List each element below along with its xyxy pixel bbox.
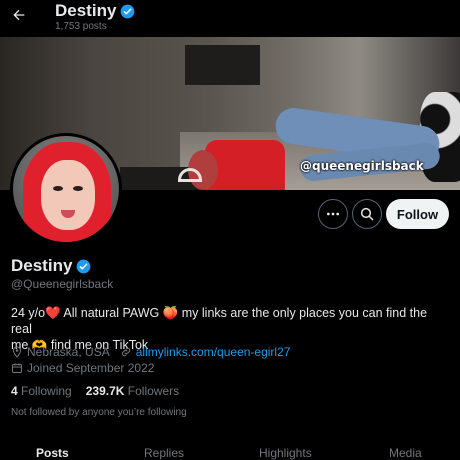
banner-watermark: @queenegirlsback — [300, 159, 424, 173]
tab-replies[interactable]: Replies — [144, 446, 184, 460]
top-bar: Destiny 1,753 posts — [0, 0, 460, 37]
profile-meta-row: Nebraska, USA allmylinks.com/queen-egirl… — [11, 345, 290, 359]
profile-stats: 4 Following 239.7K Followers — [11, 384, 179, 398]
followers-label: Followers — [127, 384, 180, 398]
bio-line-1: 24 y/o❤️ All natural PAWG 🍑 my links are… — [11, 306, 428, 336]
following-stat[interactable]: 4 Following — [11, 384, 72, 398]
followers-stat[interactable]: 239.7K Followers — [86, 384, 179, 398]
profile-name-row: Destiny — [11, 256, 91, 276]
back-arrow-icon — [13, 9, 25, 21]
verified-badge-icon — [121, 4, 135, 18]
profile-tabs: Posts Replies Highlights Media — [0, 446, 460, 460]
tab-media[interactable]: Media — [389, 446, 422, 460]
tab-posts[interactable]: Posts — [36, 446, 69, 460]
header-title: Destiny — [55, 1, 117, 20]
verified-badge-icon[interactable] — [76, 259, 91, 274]
followers-count: 239.7K — [85, 384, 125, 398]
search-button[interactable] — [352, 199, 382, 229]
following-label: Following — [21, 384, 72, 398]
not-followed-note: Not followed by anyone you’re following — [11, 407, 187, 418]
follow-button[interactable]: Follow — [386, 199, 449, 229]
link-icon — [121, 347, 130, 357]
tab-highlights[interactable]: Highlights — [259, 446, 312, 460]
profile-name: Destiny — [11, 256, 73, 275]
post-count: 1,753 posts — [55, 21, 107, 32]
following-count: 4 — [11, 384, 18, 398]
profile-link[interactable]: allmylinks.com/queen-egirl27 — [136, 345, 291, 359]
header-title-row: Destiny — [55, 1, 135, 21]
profile-handle: @Queenegirlsback — [11, 277, 114, 291]
location-icon — [12, 346, 22, 358]
calendar-icon — [12, 363, 22, 373]
profile-joined: Joined September 2022 — [27, 361, 155, 375]
more-icon — [327, 212, 339, 216]
profile-location: Nebraska, USA — [27, 345, 110, 359]
avatar[interactable] — [10, 133, 122, 245]
more-button[interactable] — [318, 199, 348, 229]
profile-joined-row: Joined September 2022 — [11, 361, 154, 375]
back-button[interactable] — [8, 4, 30, 26]
search-icon — [360, 207, 374, 221]
